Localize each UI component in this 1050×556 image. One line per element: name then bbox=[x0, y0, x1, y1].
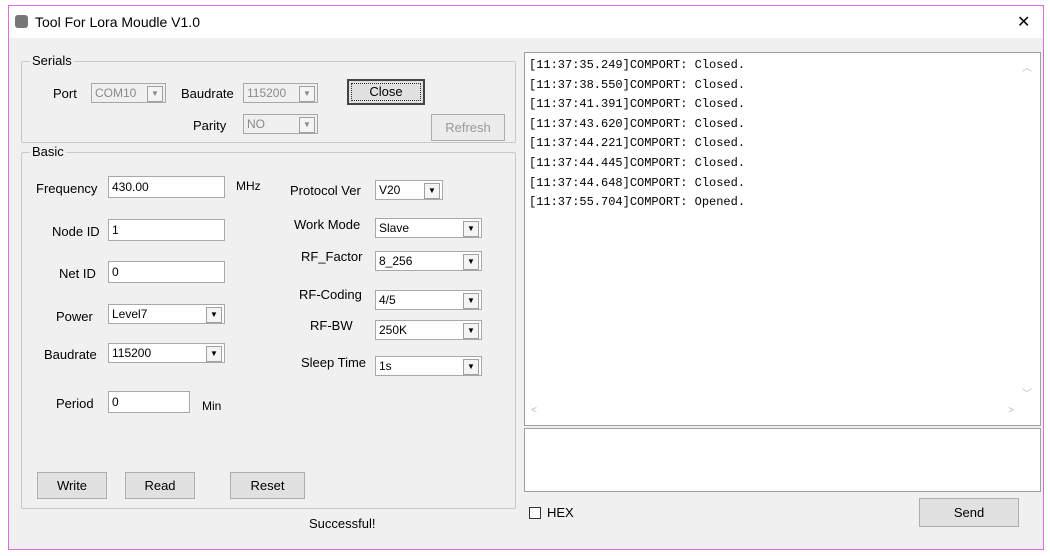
basic-group-title: Basic bbox=[30, 144, 66, 159]
nodeid-label: Node ID bbox=[52, 224, 100, 239]
period-unit: Min bbox=[202, 399, 222, 413]
send-input[interactable] bbox=[524, 428, 1041, 492]
log-line: [11:37:44.648]COMPORT: Closed. bbox=[529, 175, 746, 190]
protocol-select[interactable]: V20 ▼ bbox=[375, 180, 443, 200]
write-button[interactable]: Write bbox=[37, 472, 107, 499]
read-button[interactable]: Read bbox=[125, 472, 195, 499]
basic-group: Basic Frequency 430.00 MHz Node ID 1 Net… bbox=[21, 144, 516, 509]
chevron-down-icon: ▼ bbox=[206, 307, 222, 323]
chevron-down-icon: ▼ bbox=[206, 346, 222, 362]
rffactor-value: 8_256 bbox=[379, 254, 413, 268]
log-line: [11:37:43.620]COMPORT: Closed. bbox=[529, 116, 746, 131]
serial-baudrate-select[interactable]: 115200 ▼ bbox=[243, 83, 318, 103]
scroll-left-icon[interactable]: < bbox=[531, 405, 537, 416]
frequency-input[interactable]: 430.00 bbox=[108, 176, 225, 198]
port-label: Port bbox=[53, 86, 77, 101]
chevron-down-icon: ▼ bbox=[463, 323, 479, 339]
scroll-up-icon[interactable]: ︿ bbox=[1022, 59, 1032, 74]
nodeid-input[interactable]: 1 bbox=[108, 219, 225, 241]
chevron-down-icon: ▼ bbox=[463, 293, 479, 309]
refresh-button[interactable]: Refresh bbox=[431, 114, 505, 141]
close-window-icon[interactable]: ✕ bbox=[1017, 12, 1030, 32]
parity-value: NO bbox=[247, 117, 265, 131]
close-port-button[interactable]: Close bbox=[347, 79, 425, 105]
rfcoding-value: 4/5 bbox=[379, 293, 396, 307]
sleep-select[interactable]: 1s ▼ bbox=[375, 356, 482, 376]
rfbw-select[interactable]: 250K ▼ bbox=[375, 320, 482, 340]
chevron-down-icon: ▼ bbox=[463, 221, 479, 237]
chevron-down-icon: ▼ bbox=[147, 86, 163, 102]
period-input[interactable]: 0 bbox=[108, 391, 190, 413]
rffactor-label: RF_Factor bbox=[301, 249, 363, 264]
rfbw-label: RF-BW bbox=[310, 318, 353, 333]
frequency-label: Frequency bbox=[36, 181, 98, 196]
netid-label: Net ID bbox=[59, 266, 96, 281]
scroll-right-icon[interactable]: > bbox=[1008, 405, 1014, 416]
sleep-label: Sleep Time bbox=[301, 355, 367, 370]
parity-select[interactable]: NO ▼ bbox=[243, 114, 318, 134]
rfcoding-select[interactable]: 4/5 ▼ bbox=[375, 290, 482, 310]
log-line: [11:37:44.221]COMPORT: Closed. bbox=[529, 136, 746, 151]
baudrate-select[interactable]: 115200 ▼ bbox=[108, 343, 225, 363]
chevron-down-icon: ▼ bbox=[299, 86, 315, 102]
chevron-down-icon: ▼ bbox=[299, 117, 315, 133]
reset-button[interactable]: Reset bbox=[230, 472, 305, 499]
port-value: COM10 bbox=[95, 86, 137, 100]
status-text: Successful! bbox=[309, 516, 376, 531]
protocol-value: V20 bbox=[379, 183, 401, 197]
main-window: Tool For Lora Moudle V1.0 ✕ Serials Port… bbox=[8, 5, 1044, 550]
log-line: [11:37:38.550]COMPORT: Closed. bbox=[529, 77, 746, 92]
log-line: [11:37:44.445]COMPORT: Closed. bbox=[529, 155, 746, 170]
power-value: Level7 bbox=[112, 307, 148, 321]
frequency-unit: MHz bbox=[236, 179, 261, 193]
baudrate-label: Baudrate bbox=[44, 347, 97, 362]
window-title: Tool For Lora Moudle V1.0 bbox=[35, 14, 200, 30]
power-label: Power bbox=[56, 309, 93, 324]
chevron-down-icon: ▼ bbox=[463, 254, 479, 270]
scroll-down-icon[interactable]: ﹀ bbox=[1022, 385, 1032, 400]
power-select[interactable]: Level7 ▼ bbox=[108, 304, 225, 324]
log-lines: [11:37:35.249]COMPORT: Closed. [11:37:38.… bbox=[529, 56, 745, 213]
netid-input[interactable]: 0 bbox=[108, 261, 225, 283]
period-label: Period bbox=[56, 396, 94, 411]
serial-baudrate-value: 115200 bbox=[247, 86, 287, 100]
serial-baudrate-label: Baudrate bbox=[181, 86, 234, 101]
hex-label: HEX bbox=[547, 505, 574, 520]
port-select[interactable]: COM10 ▼ bbox=[91, 83, 166, 103]
protocol-label: Protocol Ver bbox=[290, 183, 361, 198]
serials-group: Serials Port COM10 ▼ Baudrate 115200 ▼ Par… bbox=[21, 53, 516, 143]
chevron-down-icon: ▼ bbox=[424, 183, 440, 199]
workmode-value: Slave bbox=[379, 221, 410, 235]
app-icon bbox=[15, 15, 28, 28]
send-button[interactable]: Send bbox=[919, 498, 1019, 527]
rfcoding-label: RF-Coding bbox=[299, 287, 362, 302]
log-line: [11:37:55.704]COMPORT: Opened. bbox=[529, 195, 746, 210]
workmode-label: Work Mode bbox=[294, 217, 361, 232]
parity-label: Parity bbox=[193, 118, 227, 133]
workmode-select[interactable]: Slave ▼ bbox=[375, 218, 482, 238]
log-line: [11:37:41.391]COMPORT: Closed. bbox=[529, 97, 746, 112]
sleep-value: 1s bbox=[379, 359, 392, 373]
chevron-down-icon: ▼ bbox=[463, 359, 479, 375]
baudrate-value: 115200 bbox=[112, 346, 152, 360]
title-bar: Tool For Lora Moudle V1.0 ✕ bbox=[9, 6, 1043, 38]
checkbox-box[interactable] bbox=[529, 506, 541, 519]
log-line: [11:37:35.249]COMPORT: Closed. bbox=[529, 58, 746, 72]
hex-checkbox[interactable]: HEX bbox=[529, 505, 574, 520]
rffactor-select[interactable]: 8_256 ▼ bbox=[375, 251, 482, 271]
rfbw-value: 250K bbox=[379, 323, 408, 337]
log-textarea[interactable]: [11:37:35.249]COMPORT: Closed. [11:37:38.… bbox=[524, 52, 1041, 426]
serials-group-title: Serials bbox=[30, 53, 74, 68]
